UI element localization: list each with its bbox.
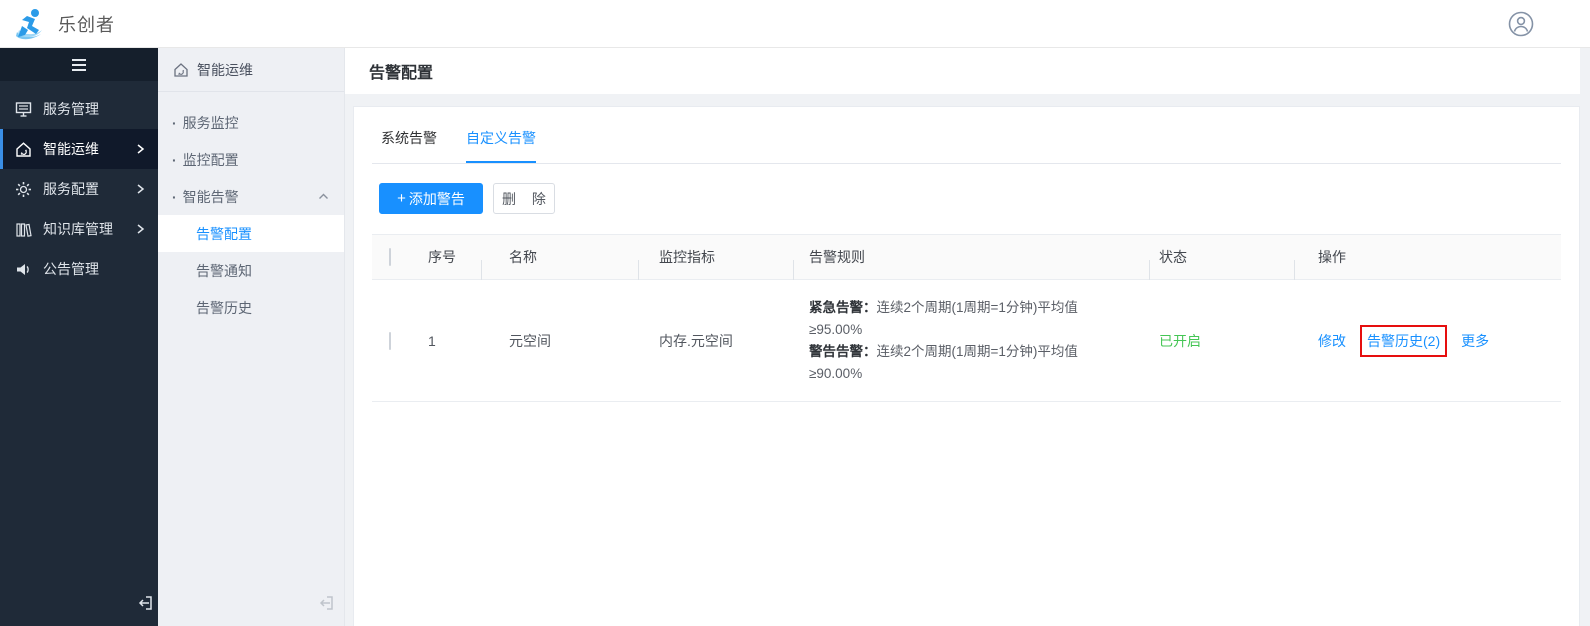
secondary-sidebar: 智能运维 · 服务监控 · 监控配置 · 智能告警 告警配置 告警通知 告警历史	[158, 48, 345, 626]
submenu-item-intelligent-alert[interactable]: · 智能告警	[158, 178, 344, 215]
submenu-title: 智能运维	[197, 61, 253, 78]
col-name: 名称	[481, 247, 638, 280]
alert-history-link[interactable]: 告警历史(2)	[1367, 333, 1440, 349]
sidebar-item-label: 服务配置	[43, 181, 99, 197]
submenu-item-label: 告警配置	[196, 225, 252, 242]
user-circle-icon	[1508, 11, 1534, 37]
bullet: ·	[172, 114, 177, 131]
plus-icon: +	[397, 190, 406, 207]
rule-warning-threshold: ≥90.00%	[809, 365, 863, 381]
cell-name: 元空间	[509, 332, 551, 349]
table-row: 1 元空间 内存.元空间 紧急告警：连续2个周期(1周期=1分钟)平均值 ≥95…	[372, 280, 1561, 402]
modify-link[interactable]: 修改	[1318, 331, 1346, 351]
alert-table: 序号 名称 监控指标 告警规则 状态 操作 1 元空间 内存.元空间 紧急告警：…	[372, 234, 1561, 402]
toolbar: + 添加警告 删 除	[372, 183, 1561, 214]
table-header: 序号 名称 监控指标 告警规则 状态 操作	[372, 234, 1561, 280]
submenu-item-service-monitor[interactable]: · 服务监控	[158, 104, 344, 141]
add-alert-label: 添加警告	[408, 190, 465, 207]
rule-critical-threshold: ≥95.00%	[809, 321, 863, 337]
menu-icon	[72, 58, 86, 71]
sidebar-item-label: 公告管理	[43, 261, 99, 277]
collapse-left-icon	[319, 596, 333, 610]
col-index: 序号	[428, 249, 456, 265]
top-header: 乐创者	[0, 0, 1590, 48]
chevron-right-icon	[134, 143, 146, 155]
sidebar-item-label: 智能运维	[43, 141, 99, 157]
submenu-item-label: 服务监控	[182, 114, 239, 131]
submenu-item-monitor-config[interactable]: · 监控配置	[158, 141, 344, 178]
speaker-icon	[15, 261, 32, 278]
home-wrench-icon	[15, 141, 32, 158]
col-metric: 监控指标	[638, 247, 793, 280]
tab-system-alert[interactable]: 系统告警	[381, 128, 437, 163]
row-actions: 修改 告警历史(2) 更多	[1318, 324, 1561, 357]
bullet: ·	[172, 151, 177, 168]
sidebar-item-announcement[interactable]: 公告管理	[0, 249, 158, 289]
select-all-checkbox[interactable]	[389, 248, 391, 266]
primary-sidebar: 服务管理 智能运维 服务配置 知识库管理 公告管理	[0, 48, 158, 626]
submenu-item-alert-history[interactable]: 告警历史	[158, 289, 344, 326]
alert-history-highlight-box: 告警历史(2)	[1360, 324, 1448, 357]
submenu-collapse-button[interactable]	[318, 594, 336, 612]
sidebar-item-label: 服务管理	[43, 101, 99, 117]
page-title: 告警配置	[369, 65, 434, 82]
chevron-right-icon	[134, 183, 146, 195]
content-card: 系统告警 自定义告警 + 添加警告 删 除 序号 名称 监控指标 告警规则 状态	[353, 106, 1580, 626]
submenu-item-label: 告警通知	[196, 262, 252, 279]
gear-icon	[15, 181, 32, 198]
submenu-item-alert-notify[interactable]: 告警通知	[158, 252, 344, 289]
sidebar-item-service-management[interactable]: 服务管理	[0, 89, 158, 129]
sidebar-item-service-config[interactable]: 服务配置	[0, 169, 158, 209]
submenu-header: 智能运维	[158, 48, 344, 92]
submenu-item-label: 监控配置	[182, 151, 239, 168]
brand-logo-icon	[16, 8, 42, 39]
col-status: 状态	[1149, 247, 1294, 280]
col-rules: 告警规则	[793, 247, 1149, 280]
user-avatar-button[interactable]	[1508, 11, 1534, 37]
collapse-left-icon	[138, 596, 152, 610]
col-actions: 操作	[1294, 247, 1561, 280]
add-alert-button[interactable]: + 添加警告	[379, 183, 483, 214]
app-window: 乐创者 服务管理 智能运维 服务配置 知识库管理 公告管理 智能运维 · 服务监…	[0, 0, 1590, 626]
page-title-bar: 告警配置	[345, 48, 1580, 94]
brand-name: 乐创者	[58, 14, 115, 35]
scroll-gutter	[1580, 96, 1590, 626]
rule-warning: 警告告警：连续2个周期(1周期=1分钟)平均值	[809, 343, 1078, 359]
submenu-item-label: 智能告警	[182, 188, 239, 205]
cell-metric: 内存.元空间	[659, 332, 733, 349]
sidebar-item-intelligent-ops[interactable]: 智能运维	[0, 129, 158, 169]
main-content: 告警配置 系统告警 自定义告警 + 添加警告 删 除 序号 名称 监控指标 告警…	[345, 48, 1590, 626]
submenu-item-alert-config[interactable]: 告警配置	[158, 215, 344, 252]
chevron-right-icon	[134, 223, 146, 235]
cell-rules: 紧急告警：连续2个周期(1周期=1分钟)平均值 ≥95.00% 警告告警：连续2…	[793, 297, 1149, 385]
tab-bar: 系统告警 自定义告警	[372, 107, 1561, 164]
tab-custom-alert[interactable]: 自定义告警	[466, 128, 536, 163]
submenu-item-label: 告警历史	[196, 299, 252, 316]
row-checkbox[interactable]	[389, 331, 391, 350]
status-badge: 已开启	[1159, 332, 1201, 349]
caret-up-icon	[317, 190, 330, 203]
cell-index: 1	[428, 332, 436, 349]
monitor-icon	[15, 101, 32, 118]
bullet: ·	[172, 188, 177, 205]
home-wrench-icon	[173, 62, 189, 78]
sidebar-toggle-button[interactable]	[0, 48, 158, 81]
sidebar-item-knowledge-base[interactable]: 知识库管理	[0, 209, 158, 249]
rule-critical: 紧急告警：连续2个周期(1周期=1分钟)平均值	[809, 299, 1078, 315]
sidebar-collapse-button[interactable]	[137, 594, 155, 612]
books-icon	[15, 221, 32, 238]
delete-button[interactable]: 删 除	[493, 183, 555, 214]
more-link[interactable]: 更多	[1461, 331, 1489, 351]
sidebar-item-label: 知识库管理	[43, 221, 113, 237]
